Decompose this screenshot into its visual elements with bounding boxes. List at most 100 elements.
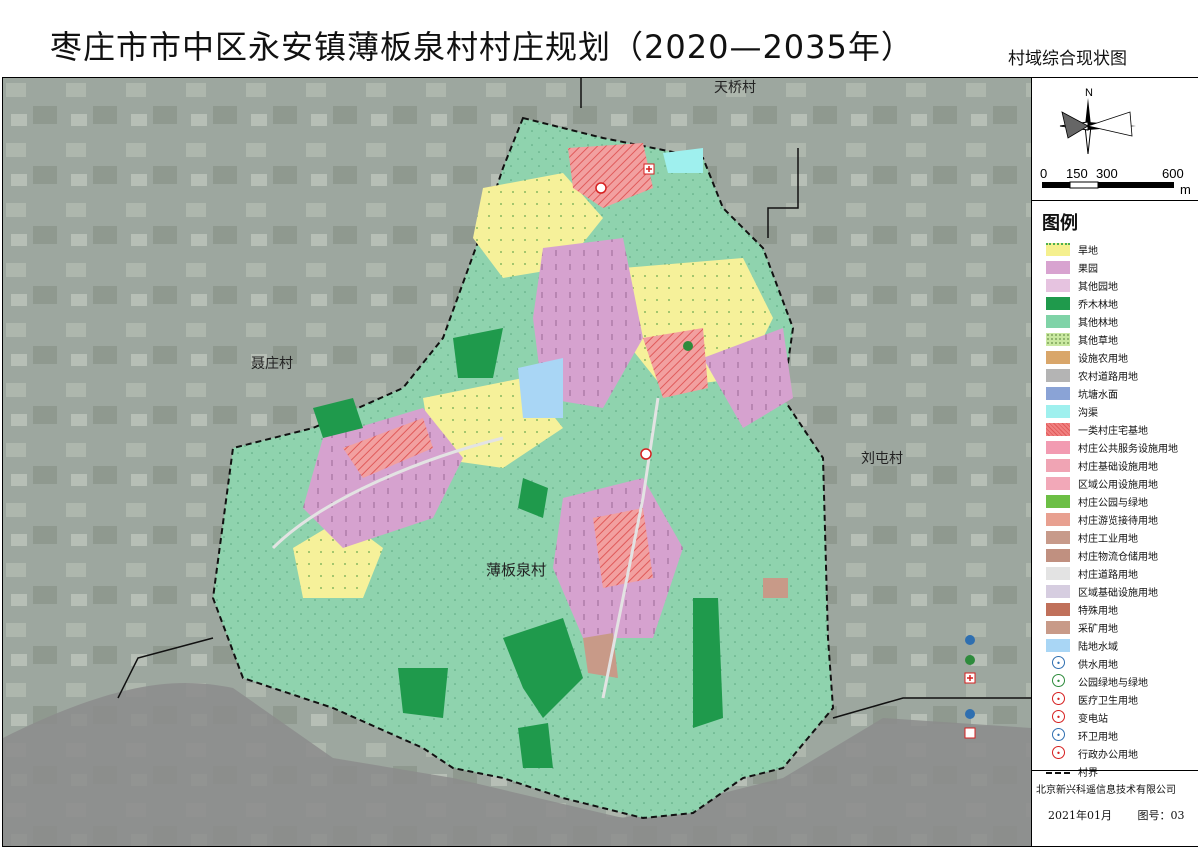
legend-label: 区域公用设施用地 <box>1078 480 1158 491</box>
legend-label: 一类村庄宅基地 <box>1078 426 1148 437</box>
park-icon[interactable] <box>965 655 975 665</box>
legend-swatch <box>1046 639 1070 652</box>
legend-swatch <box>1046 621 1070 634</box>
legend-label: 环卫用地 <box>1078 732 1118 743</box>
substation-icon: • <box>1052 710 1065 723</box>
legend-item: 区域公用设施用地 <box>1042 475 1198 492</box>
legend-symbol-item: • 变电站 <box>1042 709 1198 726</box>
label-village-main: 薄板泉村 <box>486 561 546 579</box>
legend-item: 旱地 <box>1042 241 1198 258</box>
legend-label: 乔木林地 <box>1078 300 1118 311</box>
legend-label: 陆地水域 <box>1078 642 1118 653</box>
legend-item: 特殊用地 <box>1042 601 1198 618</box>
park-icon: • <box>1052 674 1065 687</box>
park-icon[interactable] <box>683 341 693 351</box>
water-supply-icon[interactable] <box>965 635 975 645</box>
legend-swatch <box>1046 549 1070 562</box>
legend-label: 农村道路用地 <box>1078 372 1138 383</box>
sanitation-icon[interactable] <box>965 709 975 719</box>
legend-item: 采矿用地 <box>1042 619 1198 636</box>
map-canvas[interactable]: 天桥村 聂庄村 刘屯村 薄板泉村 <box>3 78 1031 846</box>
legend-label: 沟渠 <box>1078 408 1098 419</box>
substation-icon[interactable] <box>640 448 652 460</box>
legend-swatch <box>1046 387 1070 400</box>
map-subtitle: 村域综合现状图 <box>1008 49 1127 69</box>
legend-swatch <box>1046 351 1070 364</box>
legend-swatch <box>1046 585 1070 598</box>
legend-swatch <box>1046 261 1070 274</box>
label-village-north: 天桥村 <box>714 80 756 96</box>
legend-swatch <box>1046 405 1070 418</box>
forest-patch <box>518 723 553 768</box>
legend-item: 农村道路用地 <box>1042 367 1198 384</box>
residential-south <box>593 508 653 588</box>
legend-symbol-item: • 行政办公用地 <box>1042 745 1198 762</box>
legend-label: 村庄物流仓储用地 <box>1078 552 1158 563</box>
legend-swatch <box>1046 369 1070 382</box>
legend-symbol-item: • 医疗卫生用地 <box>1042 691 1198 708</box>
medical-icon: • <box>1052 692 1065 705</box>
legend-label: 其他草地 <box>1078 336 1118 347</box>
legend-symbol-item: • 公园绿地与绿地 <box>1042 673 1198 690</box>
company-name: 北京新兴科遥信息技术有限公司 <box>1036 785 1176 796</box>
water-pond <box>518 358 563 418</box>
legend-label: 村庄基础设施用地 <box>1078 462 1158 473</box>
legend-item: 村庄公园与绿地 <box>1042 493 1198 510</box>
medical-icon[interactable] <box>964 672 976 684</box>
admin-office-icon[interactable] <box>964 727 976 739</box>
legend-item: 设施农用地 <box>1042 349 1198 366</box>
legend-symbol-item: • 环卫用地 <box>1042 727 1198 744</box>
legend-label: 供水用地 <box>1078 660 1118 671</box>
figure-number: 图号：03 <box>1137 809 1185 822</box>
legend-item: 其他林地 <box>1042 313 1198 330</box>
side-panel: N 0 150 300 600 m 图例 旱地 果园 其他园地 乔木林地 其他林地 其他草… <box>1031 78 1198 846</box>
legend-label: 行政办公用地 <box>1078 750 1138 761</box>
water-supply-icon: • <box>1052 656 1065 669</box>
legend-label: 特殊用地 <box>1078 606 1118 617</box>
legend-label: 变电站 <box>1078 714 1108 725</box>
legend-swatch <box>1046 333 1070 346</box>
north-arrow-icon: N <box>1059 87 1136 155</box>
legend-item: 其他园地 <box>1042 277 1198 294</box>
legend-item: 村庄工业用地 <box>1042 529 1198 546</box>
legend-swatch <box>1046 459 1070 472</box>
legend-swatch <box>1046 297 1070 310</box>
date-line: 2021年01月 图号：03 <box>1048 807 1200 823</box>
footer: 北京新兴科遥信息技术有限公司 2021年01月 图号：03 <box>1032 770 1198 846</box>
mining-land <box>763 578 788 598</box>
legend-label: 村庄游览接待用地 <box>1078 516 1158 527</box>
legend-label: 医疗卫生用地 <box>1078 696 1138 707</box>
legend-label: 村庄公共服务设施用地 <box>1078 444 1178 455</box>
legend-swatch <box>1046 243 1070 256</box>
legend-swatch <box>1046 423 1070 436</box>
label-village-west: 聂庄村 <box>251 355 293 372</box>
sanitation-icon: • <box>1052 728 1065 741</box>
substation-icon[interactable] <box>595 182 607 194</box>
forest-patch <box>398 668 448 718</box>
legend-item: 沟渠 <box>1042 403 1198 420</box>
legend-swatch <box>1046 279 1070 292</box>
scale-bar: 0 150 300 600 m <box>1032 166 1198 197</box>
legend-label: 采矿用地 <box>1078 624 1118 635</box>
label-village-east: 刘屯村 <box>861 451 903 467</box>
legend: 图例 旱地 果园 其他园地 乔木林地 其他林地 其他草地 设施农用地 农村道路用地 坑塘水面 沟渠… <box>1032 200 1198 779</box>
legend-swatch <box>1046 603 1070 616</box>
legend-label: 设施农用地 <box>1078 354 1128 365</box>
legend-item: 村庄道路用地 <box>1042 565 1198 582</box>
admin-office-icon: • <box>1052 746 1065 759</box>
legend-symbol-item: • 供水用地 <box>1042 655 1198 672</box>
medical-icon[interactable] <box>643 163 655 175</box>
north-letter: N <box>1085 87 1093 99</box>
legend-label: 果园 <box>1078 264 1098 275</box>
legend-swatch <box>1046 531 1070 544</box>
page-title: 枣庄市市中区永安镇薄板泉村村庄规划（2020—2035年） <box>50 28 914 66</box>
legend-label: 其他林地 <box>1078 318 1118 329</box>
legend-item: 坑塘水面 <box>1042 385 1198 402</box>
scale-bar-graphic <box>1042 181 1174 189</box>
legend-item: 果园 <box>1042 259 1198 276</box>
legend-label: 其他园地 <box>1078 282 1118 293</box>
legend-item: 陆地水域 <box>1042 637 1198 654</box>
legend-item: 其他草地 <box>1042 331 1198 348</box>
legend-item: 村庄物流仓储用地 <box>1042 547 1198 564</box>
legend-swatch <box>1046 315 1070 328</box>
